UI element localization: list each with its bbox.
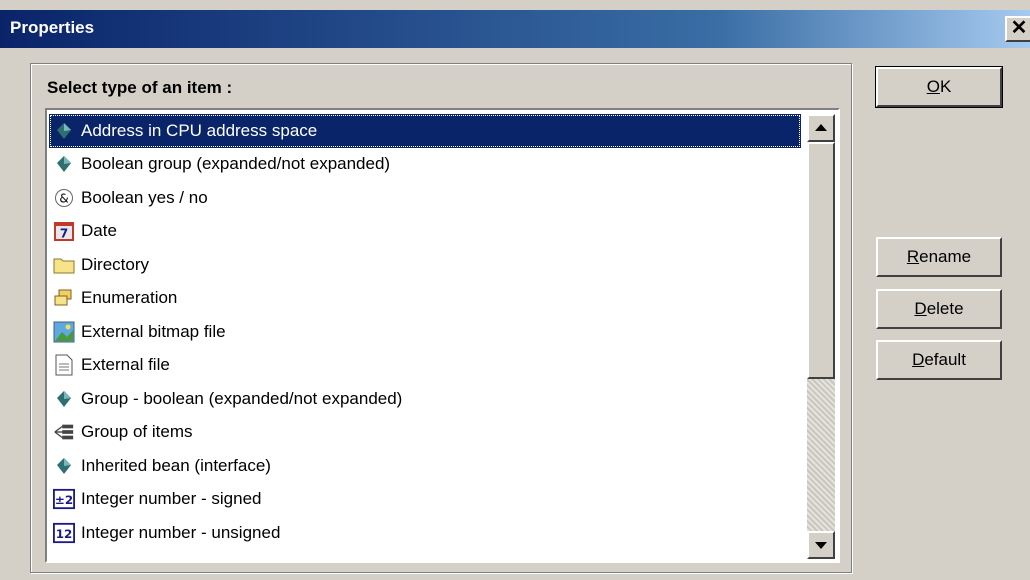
svg-text:12: 12 [56,527,73,541]
scroll-up-button[interactable] [807,114,835,142]
list-item-label: Enumeration [81,288,178,308]
calendar-icon: 7 [53,220,75,242]
list-item[interactable]: Boolean group (expanded/not expanded) [49,148,801,182]
window-title: Properties [10,18,95,37]
list-item[interactable]: & Boolean yes / no [49,181,801,215]
close-icon: ✕ [1010,17,1028,39]
list-item[interactable]: Group - boolean (expanded/not expanded) [49,382,801,416]
list-item[interactable]: 7 Date [49,215,801,249]
list-item[interactable]: External bitmap file [49,315,801,349]
type-list: Address in CPU address space Boolean grou… [49,114,801,550]
ok-label: K [939,77,952,96]
list-item-label: Integer number - signed [81,489,262,509]
arrow-up-icon [815,124,827,131]
list-item[interactable]: Address in CPU address space [49,114,801,148]
list-item-label: Inherited bean (interface) [81,455,271,475]
vertical-scrollbar[interactable] [807,114,835,559]
diamond-icon [53,455,75,477]
ok-mnemonic: O [926,77,940,96]
rename-label: ename [919,247,972,266]
ok-button[interactable]: OK [875,66,1003,108]
folder-icon [53,254,75,276]
delete-mnemonic: D [914,299,927,318]
ampersand-icon: & [53,187,75,209]
tree-icon [53,421,75,443]
bitmap-icon [53,321,75,343]
list-item-label: Group of items [81,422,193,442]
close-button[interactable]: ✕ [1005,16,1030,42]
unsigned-integer-icon: 12 [53,522,75,544]
svg-text:±2: ±2 [55,493,73,507]
file-icon [53,354,75,376]
diamond-icon [53,153,75,175]
list-item-label: Integer number - unsigned [81,522,281,542]
default-label: efault [924,350,966,369]
type-listbox[interactable]: Address in CPU address space Boolean grou… [45,108,840,563]
svg-text:&: & [59,191,68,205]
list-item[interactable]: Inherited bean (interface) [49,449,801,483]
default-mnemonic: D [912,350,925,369]
signed-integer-icon: ±2 [53,488,75,510]
svg-text:7: 7 [60,227,68,241]
list-item-label: Address in CPU address space [81,120,318,140]
list-item-label: External file [81,355,170,375]
scroll-down-button[interactable] [807,531,835,559]
diamond-icon [53,120,75,142]
list-item-label: Boolean yes / no [81,187,208,207]
group-label: Select type of an item : [47,78,233,97]
list-item-label: External bitmap file [81,321,226,341]
list-item[interactable]: External file [49,349,801,383]
title-bar[interactable]: Properties ✕ [0,10,1030,48]
default-button[interactable]: Default [876,340,1002,380]
list-item[interactable]: ±2 Integer number - signed [49,483,801,517]
list-item-label: Date [81,221,117,241]
rename-button[interactable]: Rename [876,237,1002,277]
properties-dialog: Properties ✕ Select type of an item : Ad… [0,0,1030,580]
delete-label: elete [926,299,964,318]
delete-button[interactable]: Delete [876,289,1002,329]
list-item-label: Boolean group (expanded/not expanded) [81,154,391,174]
list-item[interactable]: Enumeration [49,282,801,316]
list-item[interactable]: Directory [49,248,801,282]
enumeration-icon [53,287,75,309]
list-item[interactable]: 12 Integer number - unsigned [49,516,801,550]
diamond-icon [53,388,75,410]
arrow-down-icon [815,542,827,549]
list-item[interactable]: Group of items [49,416,801,450]
list-item-label: Directory [81,254,150,274]
list-item-label: Group - boolean (expanded/not expanded) [81,388,403,408]
scroll-thumb[interactable] [807,142,835,379]
rename-mnemonic: R [906,247,920,266]
